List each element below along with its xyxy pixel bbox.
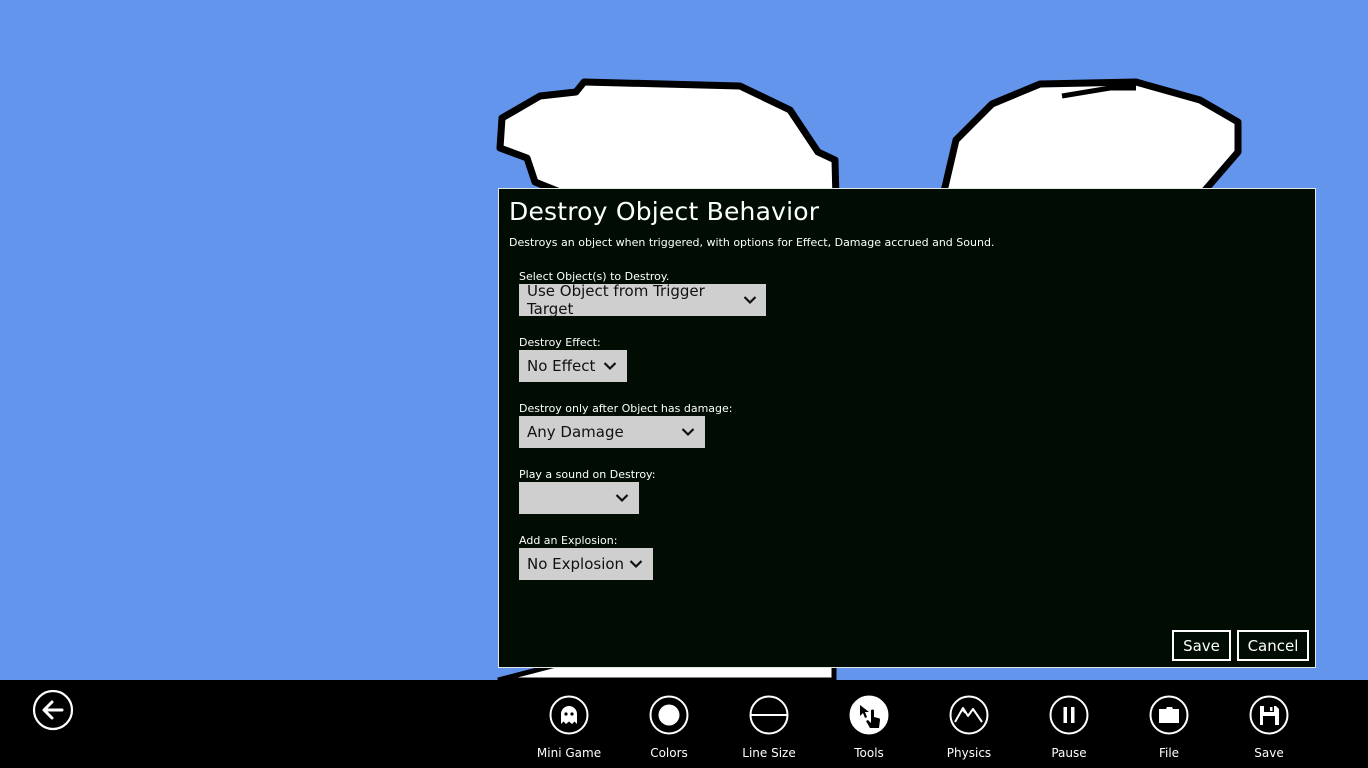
damage-value: Any Damage — [527, 423, 624, 441]
cancel-button[interactable]: Cancel — [1237, 630, 1309, 661]
floppy-disk-icon — [1249, 695, 1289, 735]
save-button[interactable]: Save — [1172, 630, 1231, 661]
select-objects-field: Select Object(s) to Destroy. Use Object … — [519, 270, 766, 318]
chevron-down-icon — [679, 423, 697, 441]
folder-icon — [1149, 695, 1189, 735]
ghost-icon — [549, 695, 589, 735]
damage-dropdown[interactable]: Any Damage — [519, 416, 705, 448]
explosion-label: Add an Explosion: — [519, 534, 618, 547]
hand-pointer-icon — [849, 695, 889, 735]
destroy-effect-value: No Effect — [527, 357, 596, 375]
tools-label: Tools — [854, 746, 884, 760]
physics-label: Physics — [946, 746, 992, 760]
line-size-icon — [749, 695, 789, 735]
circle-fill-icon — [649, 695, 689, 735]
back-arrow-icon — [32, 689, 74, 731]
dialog-title: Destroy Object Behavior — [509, 197, 820, 226]
physics-button[interactable]: Physics — [924, 695, 1014, 760]
line-size-label: Line Size — [742, 746, 796, 760]
mini-game-label: Mini Game — [536, 746, 602, 760]
explosion-value: No Explosion — [527, 555, 625, 573]
sound-dropdown[interactable] — [519, 482, 639, 514]
doodle-shape-left — [496, 78, 840, 204]
destroy-object-dialog: Destroy Object Behavior Destroys an obje… — [498, 188, 1316, 668]
destroy-effect-dropdown[interactable]: No Effect — [519, 350, 627, 382]
colors-button[interactable]: Colors — [624, 695, 714, 760]
file-button[interactable]: File — [1124, 695, 1214, 760]
doodle-shape-right — [938, 78, 1242, 204]
colors-label: Colors — [650, 746, 688, 760]
chevron-down-icon — [613, 489, 631, 507]
save-toolbar-label: Save — [1254, 746, 1284, 760]
select-objects-value: Use Object from Trigger Target — [527, 282, 705, 318]
chevron-down-icon — [627, 555, 645, 573]
destroy-effect-label: Destroy Effect: — [519, 336, 601, 349]
pause-button[interactable]: Pause — [1024, 695, 1114, 760]
file-label: File — [1158, 746, 1180, 760]
sound-field: Play a sound on Destroy: — [519, 468, 655, 514]
dialog-subtitle: Destroys an object when triggered, with … — [509, 236, 995, 249]
tools-button[interactable]: Tools — [824, 695, 914, 760]
destroy-effect-field: Destroy Effect: No Effect — [519, 336, 627, 382]
mountain-icon — [949, 695, 989, 735]
chevron-down-icon — [601, 357, 619, 375]
line-size-button[interactable]: Line Size — [724, 695, 814, 760]
explosion-field: Add an Explosion: No Explosion — [519, 534, 653, 580]
select-objects-dropdown[interactable]: Use Object from Trigger Target — [519, 282, 766, 318]
damage-field: Destroy only after Object has damage: An… — [519, 402, 732, 448]
pause-icon — [1049, 695, 1089, 735]
mini-game-button[interactable]: Mini Game — [524, 695, 614, 760]
damage-label: Destroy only after Object has damage: — [519, 402, 733, 415]
pause-label: Pause — [1051, 746, 1087, 760]
sound-label: Play a sound on Destroy: — [519, 468, 656, 481]
chevron-down-icon — [741, 291, 758, 309]
save-toolbar-button[interactable]: Save — [1224, 695, 1314, 760]
explosion-dropdown[interactable]: No Explosion — [519, 548, 653, 580]
app-bar: Mini Game Colors Line Size Tools Physics — [0, 680, 1368, 768]
back-button[interactable] — [32, 689, 74, 731]
